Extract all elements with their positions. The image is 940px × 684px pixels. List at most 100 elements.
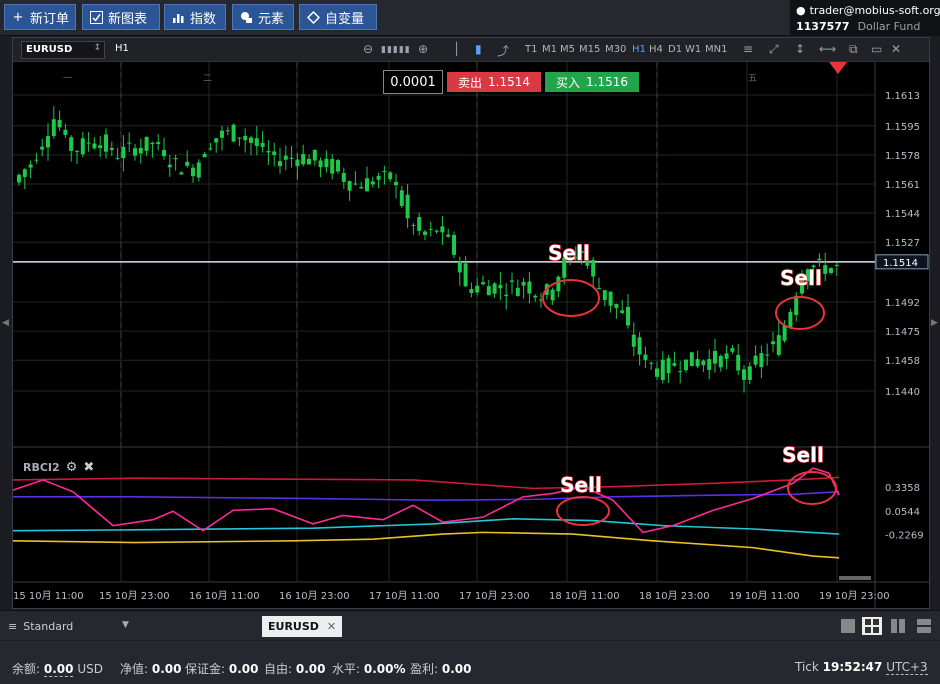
layout-single-icon[interactable]: [838, 617, 858, 635]
time-axis-label: 17 10月 11:00: [369, 590, 440, 602]
candle-body: [196, 162, 201, 178]
candle-body: [417, 217, 422, 231]
candle-body: [724, 353, 729, 359]
chart-tab-eurusd[interactable]: EURUSD ✕: [262, 616, 343, 637]
variables-button[interactable]: 自变量: [299, 4, 377, 30]
layout-columns-icon[interactable]: [888, 617, 908, 635]
account-panel[interactable]: ● trader@mobius-soft.org 1137577 Dollar Fu…: [790, 0, 940, 36]
candle-body: [765, 354, 770, 356]
indicator-settings-icon[interactable]: ≡: [743, 42, 753, 56]
timeframe-m30[interactable]: M30: [605, 44, 626, 55]
timeframe-t1[interactable]: T1: [525, 44, 537, 55]
timeframe-h4[interactable]: H4: [649, 44, 663, 55]
account-number: 1137577: [796, 19, 850, 33]
candle-body: [109, 147, 114, 150]
timeframe-w1[interactable]: W1: [685, 44, 701, 55]
zoom-slider[interactable]: ▮▮▮▮▮: [381, 45, 411, 55]
candle-body: [794, 295, 799, 315]
candle-body: [498, 284, 503, 289]
candle-body: [353, 183, 358, 185]
candle-body: [330, 158, 335, 174]
candle-body: [660, 359, 665, 381]
candle-body: [463, 263, 468, 287]
candle-body: [689, 352, 694, 366]
close-icon[interactable]: ✖: [83, 460, 94, 475]
detach-icon[interactable]: ⧉: [849, 42, 858, 57]
close-chart-icon[interactable]: ✕: [891, 42, 901, 56]
shapes-icon: [239, 10, 253, 24]
sell-label: 卖出: [457, 75, 482, 90]
candle-body: [307, 158, 311, 165]
close-tab-icon[interactable]: ✕: [327, 620, 336, 633]
chart-canvas[interactable]: 一 二 五 1.1613 1.1595 1.1578 1.1561 1.1544 1.1527 1…: [13, 62, 929, 608]
candle-body: [533, 295, 538, 298]
zoom-in-icon[interactable]: ⊕: [418, 42, 428, 56]
candle-body: [817, 258, 822, 261]
candle-body: [46, 136, 50, 148]
candle-body: [823, 265, 828, 274]
candle-body: [69, 137, 74, 151]
timeframe-d1[interactable]: D1: [668, 44, 682, 55]
restore-icon[interactable]: ▭: [871, 42, 882, 56]
candle-body: [434, 230, 439, 232]
candle-body: [272, 151, 277, 155]
zoom-out-icon[interactable]: ⊖: [363, 42, 373, 56]
price-axis-label: 1.1595: [885, 122, 920, 133]
candle-body: [382, 170, 387, 172]
candle-body: [684, 359, 688, 371]
timezone-select[interactable]: UTC+3: [886, 660, 928, 675]
timeframe-m5[interactable]: M5: [560, 44, 575, 55]
candle-body: [75, 151, 79, 153]
elements-button[interactable]: 元素: [232, 4, 294, 30]
bar-type-icon[interactable]: │: [453, 42, 460, 56]
timeframe-mn1[interactable]: MN1: [705, 44, 727, 55]
candle-body: [736, 354, 741, 371]
gear-icon[interactable]: ⚙: [66, 460, 78, 475]
timeframe-m1[interactable]: M1: [542, 44, 557, 55]
free-margin: 自由: 0.00: [264, 662, 326, 676]
symbol-select[interactable]: EURUSD ↕: [21, 41, 105, 59]
candle-body: [655, 368, 659, 377]
candle-body: [457, 261, 462, 273]
autoscroll-icon[interactable]: ⤢: [769, 42, 779, 57]
volume-value: 0.0001: [390, 74, 436, 90]
buy-button[interactable]: 买入 1.1516: [545, 72, 639, 92]
new-order-button[interactable]: + 新订单: [4, 4, 76, 30]
indicator-yellow-line: [13, 531, 840, 559]
candle-body: [718, 356, 723, 368]
layout-grid-icon[interactable]: [862, 617, 882, 635]
candle-body: [388, 172, 393, 180]
candle-body: [666, 358, 671, 374]
volume-input[interactable]: 0.0001: [383, 70, 443, 94]
candle-body: [173, 158, 178, 160]
new-chart-label: 新图表: [108, 11, 148, 27]
layout-select[interactable]: ≡ Standard ▼: [0, 614, 250, 638]
time-scroll-handle[interactable]: [839, 576, 871, 580]
layout-rows-icon[interactable]: [914, 617, 934, 635]
timeframe-m15[interactable]: M15: [579, 44, 600, 55]
candle-body: [237, 137, 242, 139]
time-axis-label: 19 10月 11:00: [729, 590, 800, 602]
collapse-left-icon[interactable]: ◀: [2, 318, 9, 328]
candle-body: [156, 142, 161, 145]
horizontal-scale-icon[interactable]: ⟷: [819, 42, 836, 56]
candle-body: [776, 335, 781, 355]
candle-type-icon[interactable]: ▮: [475, 42, 482, 56]
sell-button[interactable]: 卖出 1.1514: [447, 72, 541, 92]
price-axis-label: 1.1544: [885, 209, 920, 220]
indicators-button[interactable]: 指数: [164, 4, 226, 30]
vertical-scale-icon[interactable]: ↕: [795, 42, 805, 56]
new-chart-button[interactable]: 新图表: [82, 4, 160, 30]
app-window: + 新订单 新图表 指数 元素 自变量 ● trader@mobius-soft…: [0, 0, 940, 684]
candle-body: [759, 353, 764, 368]
candle-body: [411, 224, 416, 226]
layout-name: Standard: [23, 619, 74, 633]
candle-body: [649, 362, 654, 364]
timeframe-h1[interactable]: H1: [632, 44, 646, 55]
candle-body: [788, 311, 793, 328]
candle-body: [515, 287, 520, 296]
line-type-icon[interactable]: ⤴: [497, 42, 509, 59]
candle-body: [266, 150, 271, 153]
candle-body: [283, 155, 288, 160]
collapse-right-icon[interactable]: ▶: [931, 318, 938, 328]
